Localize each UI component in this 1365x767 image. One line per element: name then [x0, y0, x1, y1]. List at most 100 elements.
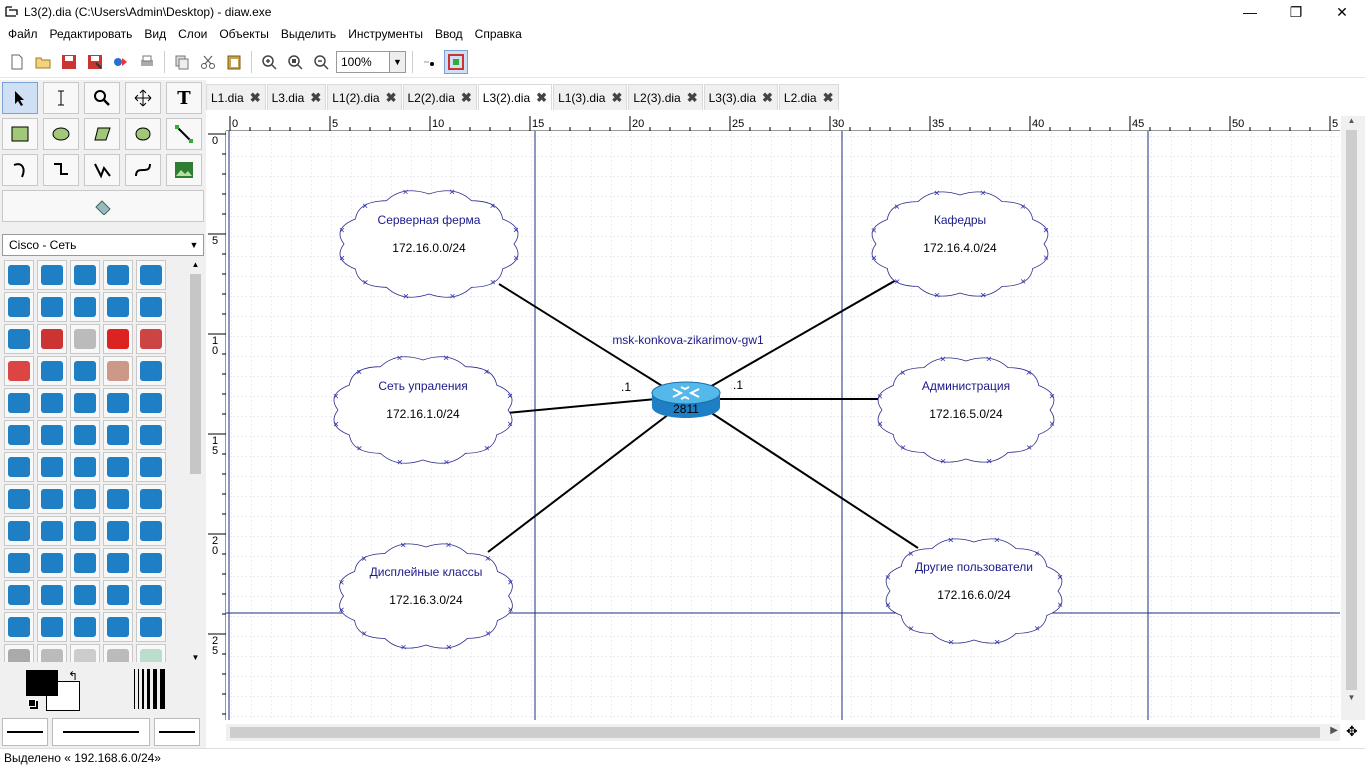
cisco-shape-icon[interactable] — [103, 548, 133, 578]
canvas-vertical-scrollbar[interactable]: ▲ ▼ ✥ — [1341, 116, 1365, 739]
tab-l3-3--dia[interactable]: L3(3).dia ✖ — [703, 84, 778, 110]
cisco-shape-icon[interactable] — [136, 420, 166, 450]
cisco-shape-icon[interactable] — [37, 644, 67, 662]
line-tool-icon[interactable] — [166, 118, 202, 150]
bezier-tool-icon[interactable] — [125, 154, 161, 186]
cisco-shape-icon[interactable] — [136, 388, 166, 418]
cisco-shape-icon[interactable] — [4, 260, 34, 290]
menu-view[interactable]: Вид — [138, 27, 172, 41]
cisco-shape-icon[interactable] — [4, 452, 34, 482]
sheet-name[interactable]: Cisco - Сеть — [3, 238, 185, 252]
scroll-tool-icon[interactable] — [125, 82, 161, 114]
cisco-shape-icon[interactable] — [103, 484, 133, 514]
cisco-shape-icon[interactable] — [4, 420, 34, 450]
move-canvas-icon[interactable]: ✥ — [1346, 723, 1358, 740]
cisco-shape-icon[interactable] — [103, 260, 133, 290]
cisco-shape-icon[interactable] — [103, 292, 133, 322]
cisco-shape-icon[interactable] — [4, 612, 34, 642]
save-icon[interactable] — [57, 50, 81, 74]
cisco-shape-icon[interactable] — [4, 324, 34, 354]
cisco-shape-icon[interactable] — [136, 324, 166, 354]
cloud-others[interactable]: Другие пользователи 172.16.6.0/24 — [885, 537, 1063, 645]
polygon-tool-icon[interactable] — [84, 118, 120, 150]
reset-colors-icon[interactable] — [28, 699, 36, 707]
outline-tool-icon[interactable] — [2, 190, 204, 222]
cloud-admin[interactable]: Администрация 172.16.5.0/24 — [877, 356, 1055, 464]
chevron-down-icon[interactable]: ▼ — [389, 51, 405, 72]
cisco-shape-icon[interactable] — [37, 260, 67, 290]
snap-to-grid-icon[interactable] — [418, 50, 442, 74]
cisco-shape-icon[interactable] — [70, 548, 100, 578]
new-file-icon[interactable] — [5, 50, 29, 74]
minimize-button[interactable]: — — [1227, 0, 1273, 24]
close-tab-icon[interactable]: ✖ — [386, 90, 397, 106]
cisco-shape-icon[interactable] — [136, 260, 166, 290]
zoom-out-icon[interactable] — [309, 50, 333, 74]
palette-scrollbar[interactable]: ▲ ▼ — [187, 260, 204, 662]
cisco-shape-icon[interactable] — [37, 516, 67, 546]
close-tab-icon[interactable]: ✖ — [461, 90, 472, 106]
menu-select[interactable]: Выделить — [275, 27, 342, 41]
diagram-canvas[interactable]: Серверная ферма 172.16.0.0/24 Сеть упрален… — [226, 131, 1340, 720]
close-tab-icon[interactable]: ✖ — [762, 90, 773, 106]
cisco-shape-icon[interactable] — [4, 548, 34, 578]
cisco-shape-icon[interactable] — [136, 612, 166, 642]
cisco-shape-icon[interactable] — [70, 420, 100, 450]
cisco-shape-icon[interactable] — [37, 420, 67, 450]
cisco-shape-icon[interactable] — [103, 420, 133, 450]
snap-to-objects-icon[interactable] — [444, 49, 468, 74]
open-folder-icon[interactable] — [31, 50, 55, 74]
box-tool-icon[interactable] — [2, 118, 38, 150]
cisco-shape-icon[interactable] — [4, 292, 34, 322]
magnify-tool-icon[interactable] — [84, 82, 120, 114]
chevron-down-icon[interactable]: ▼ — [185, 240, 203, 250]
cisco-shape-icon[interactable] — [4, 644, 34, 662]
close-button[interactable]: ✕ — [1319, 0, 1365, 24]
print-icon[interactable] — [135, 50, 159, 74]
close-tab-icon[interactable]: ✖ — [536, 90, 547, 106]
cisco-shape-icon[interactable] — [103, 388, 133, 418]
cisco-shape-icon[interactable] — [4, 388, 34, 418]
text-tool-icon[interactable]: T — [166, 82, 202, 114]
cisco-shape-icon[interactable] — [103, 580, 133, 610]
cisco-shape-icon[interactable] — [37, 612, 67, 642]
cisco-shape-icon[interactable] — [70, 292, 100, 322]
cisco-shape-icon[interactable] — [136, 516, 166, 546]
cisco-shape-icon[interactable] — [70, 324, 100, 354]
canvas-horizontal-scrollbar[interactable]: ▶ — [226, 724, 1340, 741]
cisco-shape-icon[interactable] — [136, 484, 166, 514]
menu-edit[interactable]: Редактировать — [44, 27, 139, 41]
tab-l3-dia[interactable]: L3.dia ✖ — [266, 84, 327, 110]
cisco-shape-icon[interactable] — [70, 484, 100, 514]
close-tab-icon[interactable]: ✖ — [823, 90, 834, 106]
line-style-selector[interactable] — [52, 718, 150, 746]
cisco-shape-icon[interactable] — [37, 388, 67, 418]
cisco-shape-icon[interactable] — [37, 452, 67, 482]
cisco-shape-icon[interactable] — [70, 388, 100, 418]
cisco-shape-icon[interactable] — [103, 612, 133, 642]
swap-colors-icon[interactable]: ↰ — [68, 669, 78, 683]
polyline-tool-icon[interactable] — [84, 154, 120, 186]
tab-l3-2--dia[interactable]: L3(2).dia ✖ — [477, 84, 553, 110]
save-as-icon[interactable] — [83, 50, 107, 74]
close-tab-icon[interactable]: ✖ — [611, 90, 622, 106]
menu-tools[interactable]: Инструменты — [342, 27, 429, 41]
cisco-shape-icon[interactable] — [4, 484, 34, 514]
maximize-button[interactable]: ❐ — [1273, 0, 1319, 24]
cloud-server-farm[interactable]: Серверная ферма 172.16.0.0/24 — [339, 189, 519, 299]
close-tab-icon[interactable]: ✖ — [250, 90, 261, 106]
cisco-shape-icon[interactable] — [136, 452, 166, 482]
cut-icon[interactable] — [196, 50, 220, 74]
cisco-shape-icon[interactable] — [103, 452, 133, 482]
cloud-display[interactable]: Дисплейные классы 172.16.3.0/24 — [339, 542, 513, 650]
image-tool-icon[interactable] — [166, 154, 202, 186]
zoom-value[interactable]: 100% — [337, 55, 389, 69]
cisco-shape-icon[interactable] — [136, 548, 166, 578]
pointer-tool-icon[interactable] — [2, 82, 38, 114]
menu-objects[interactable]: Объекты — [213, 27, 275, 41]
cisco-shape-icon[interactable] — [37, 356, 67, 386]
cisco-shape-icon[interactable] — [4, 516, 34, 546]
cisco-shape-icon[interactable] — [70, 644, 100, 662]
tab-l2-3--dia[interactable]: L2(3).dia ✖ — [628, 84, 703, 110]
menu-layers[interactable]: Слои — [172, 27, 213, 41]
